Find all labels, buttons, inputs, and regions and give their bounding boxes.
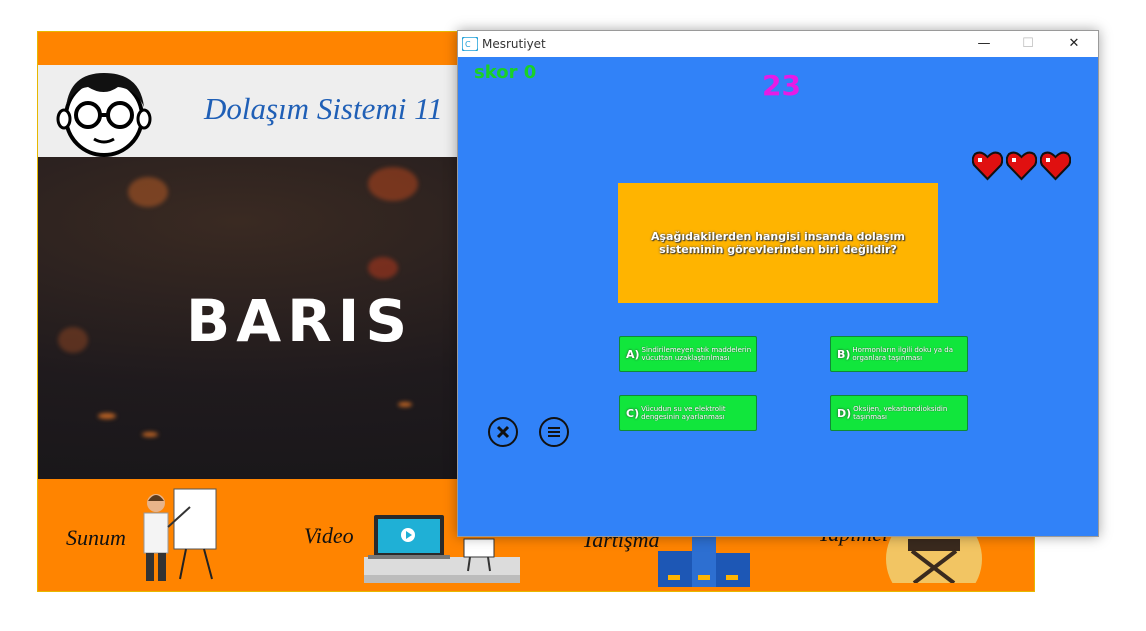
menu-button[interactable] [539,417,569,447]
countdown-timer: 23 [762,69,801,102]
close-window-button[interactable]: ✕ [1052,31,1096,57]
heart-icon [972,151,1003,181]
doctor-presenting-illustration [143,488,217,581]
presentation-title: Dolaşım Sistemi 11 [204,91,443,126]
ember-glow [128,177,168,207]
ember-glow [368,167,418,201]
answer-text: Oksijen, vekarbondioksidin taşınması [853,405,948,421]
podium-illustration [658,531,750,587]
ember-glow [58,327,88,353]
menu-circle-icon [548,427,560,437]
answer-letter: D) [837,406,852,420]
answer-letter: C) [626,406,640,420]
heart-icon [1006,151,1037,181]
ember-spark [98,413,116,419]
answer-text: Vücudun su ve elektrolit dengesinin ayar… [641,405,726,421]
x-circle-icon [496,425,510,439]
footer-item-sunum[interactable]: Sunum [66,525,126,551]
answer-d-button[interactable]: D) Oksijen, vekarbondioksidin taşınması [830,395,968,431]
quit-game-button[interactable] [488,417,518,447]
ember-spark [398,402,412,407]
game-window: C Mesrutiyet — ☐ ✕ skor 0 23 Aşağıdakile… [457,30,1099,537]
answer-letter: A) [626,347,640,361]
answer-b-button[interactable]: B) Hormonların ilgili doku ya da organla… [830,336,968,372]
answer-text: Hormonların ilgili doku ya da organlara … [852,346,953,362]
lives-indicator [972,151,1074,186]
answer-text: Sindirilemeyen atık maddelerin vücuttan … [641,346,752,362]
answer-letter: B) [837,347,851,361]
window-title: Mesrutiyet [482,37,546,51]
question-text: Aşağıdakilerden hangisi insanda dolaşım … [651,230,905,256]
nerd-mascot-logo [56,73,152,157]
question-box: Aşağıdakilerden hangisi insanda dolaşım … [618,183,938,303]
ember-spark [142,432,158,437]
footer-item-video[interactable]: Video [304,523,354,549]
hero-title: BARIS [186,287,414,355]
answer-c-button[interactable]: C) Vücudun su ve elektrolit dengesinin a… [619,395,757,431]
maximize-button[interactable]: ☐ [1006,31,1050,57]
heart-icon [1040,151,1071,181]
app-icon: C [462,37,478,51]
minimize-button[interactable]: — [962,31,1006,57]
window-titlebar[interactable]: C Mesrutiyet — ☐ ✕ [458,31,1098,57]
score-label: skor 0 [474,62,537,83]
answer-a-button[interactable]: A) Sindirilemeyen atık maddelerin vücutt… [619,336,757,372]
game-canvas: skor 0 23 Aşağıdakilerden hangisi insand… [458,57,1098,536]
svg-text:C: C [465,40,471,49]
ember-glow [368,257,398,279]
